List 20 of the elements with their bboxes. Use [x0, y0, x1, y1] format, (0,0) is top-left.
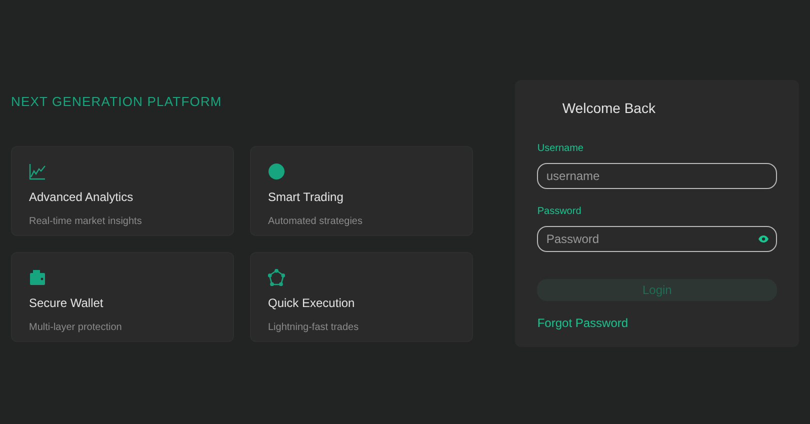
tagline: NEXT GENERATION PLATFORM: [11, 93, 223, 111]
forgot-password-link[interactable]: Forgot Password: [537, 314, 628, 332]
wallet-icon: [29, 268, 46, 286]
feature-title: Advanced Analytics: [29, 188, 134, 206]
feature-title: Smart Trading: [268, 188, 344, 206]
feature-subtitle: Lightning-fast trades: [268, 320, 360, 334]
network-icon: [268, 268, 285, 286]
circle-icon: [268, 162, 285, 180]
chart-icon: [29, 162, 46, 180]
feature-subtitle: Multi-layer protection: [29, 320, 123, 334]
feature-subtitle: Automated strategies: [268, 214, 364, 228]
field-label: Password: [537, 205, 582, 219]
eye-icon[interactable]: [758, 235, 769, 243]
feature-title: Quick Execution: [268, 294, 356, 312]
feature-title: Secure Wallet: [29, 294, 104, 312]
password-field[interactable]: Password: [537, 226, 777, 252]
feature-subtitle: Real-time market insights: [29, 214, 143, 228]
login-title: Welcome Back: [562, 99, 656, 118]
username-field[interactable]: username: [537, 163, 777, 189]
field-label: Username: [537, 142, 584, 156]
